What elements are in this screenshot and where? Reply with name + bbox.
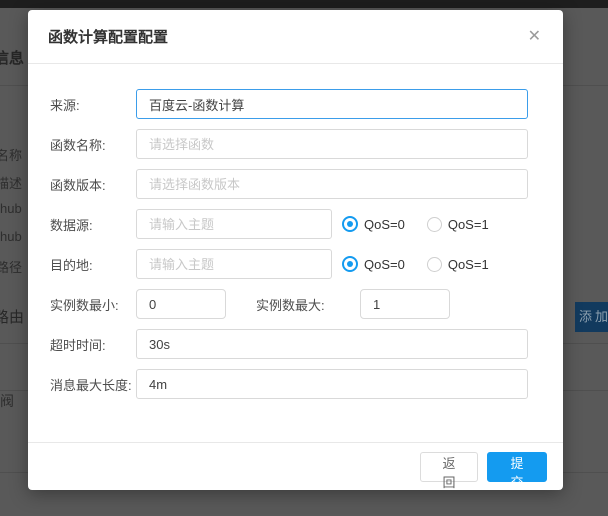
function-version-input[interactable] — [136, 169, 528, 199]
radio-unselected-icon — [427, 217, 442, 232]
timeout-label: 超时时间: — [50, 335, 136, 354]
function-compute-config-dialog: 函数计算配置配置 ✕ 来源: 函数名称: 函数版本: 数据源: QoS=0 — [28, 10, 563, 490]
form-row-source: 来源: — [50, 89, 528, 119]
qos1-label: QoS=1 — [448, 217, 489, 232]
close-icon[interactable]: ✕ — [526, 27, 543, 47]
add-button[interactable]: 添加 — [575, 302, 608, 332]
qos1-label: QoS=1 — [448, 257, 489, 272]
destination-qos-group: QoS=0 QoS=1 — [342, 256, 511, 272]
dialog-footer: 返回 提交 — [28, 442, 563, 490]
form-row-destination: 目的地: QoS=0 QoS=1 — [50, 249, 528, 279]
timeout-input[interactable] — [136, 329, 528, 359]
radio-selected-icon — [342, 216, 358, 232]
page-top-navbar — [0, 0, 608, 8]
function-version-label: 函数版本: — [50, 175, 136, 194]
destination-qos0-radio[interactable]: QoS=0 — [342, 256, 405, 272]
dialog-title: 函数计算配置配置 — [48, 26, 168, 47]
data-source-qos0-radio[interactable]: QoS=0 — [342, 216, 405, 232]
max-message-length-input[interactable] — [136, 369, 528, 399]
function-name-input[interactable] — [136, 129, 528, 159]
max-message-length-label: 消息最大长度: — [50, 375, 136, 394]
function-name-label: 函数名称: — [50, 135, 136, 154]
background-label-hub: hub — [0, 201, 22, 216]
form-row-function-name: 函数名称: — [50, 129, 528, 159]
destination-topic-input[interactable] — [136, 249, 332, 279]
background-label-hub: hub — [0, 229, 22, 244]
max-instances-label: 实例数最大: — [256, 295, 360, 314]
form-row-max-message-length: 消息最大长度: — [50, 369, 528, 399]
qos0-label: QoS=0 — [364, 257, 405, 272]
back-button[interactable]: 返回 — [420, 452, 478, 482]
qos0-label: QoS=0 — [364, 217, 405, 232]
data-source-qos1-radio[interactable]: QoS=1 — [427, 217, 489, 232]
data-source-topic-input[interactable] — [136, 209, 332, 239]
submit-button[interactable]: 提交 — [487, 452, 547, 482]
form-row-instances: 实例数最小: 实例数最大: — [50, 289, 528, 319]
dialog-header: 函数计算配置配置 ✕ — [28, 10, 563, 64]
destination-qos1-radio[interactable]: QoS=1 — [427, 257, 489, 272]
dialog-body: 来源: 函数名称: 函数版本: 数据源: QoS=0 QoS=1 — [28, 64, 563, 399]
radio-unselected-icon — [427, 257, 442, 272]
min-instances-input[interactable] — [136, 289, 226, 319]
radio-selected-icon — [342, 256, 358, 272]
source-label: 来源: — [50, 95, 136, 114]
max-instances-input[interactable] — [360, 289, 450, 319]
destination-label: 目的地: — [50, 255, 136, 274]
data-source-qos-group: QoS=0 QoS=1 — [342, 216, 511, 232]
background-section-title-info: 信息 — [0, 47, 24, 68]
background-label-description: 描述 — [0, 173, 22, 192]
background-label-valve: 阀 — [0, 391, 14, 411]
form-row-timeout: 超时时间: — [50, 329, 528, 359]
data-source-label: 数据源: — [50, 215, 136, 234]
form-row-data-source: 数据源: QoS=0 QoS=1 — [50, 209, 528, 239]
background-label-path: 路径 — [0, 257, 22, 276]
background-label-name: 名称 — [0, 145, 22, 164]
form-row-function-version: 函数版本: — [50, 169, 528, 199]
background-section-title-route: 路由 — [0, 306, 24, 327]
min-instances-label: 实例数最小: — [50, 295, 136, 314]
source-input[interactable] — [136, 89, 528, 119]
